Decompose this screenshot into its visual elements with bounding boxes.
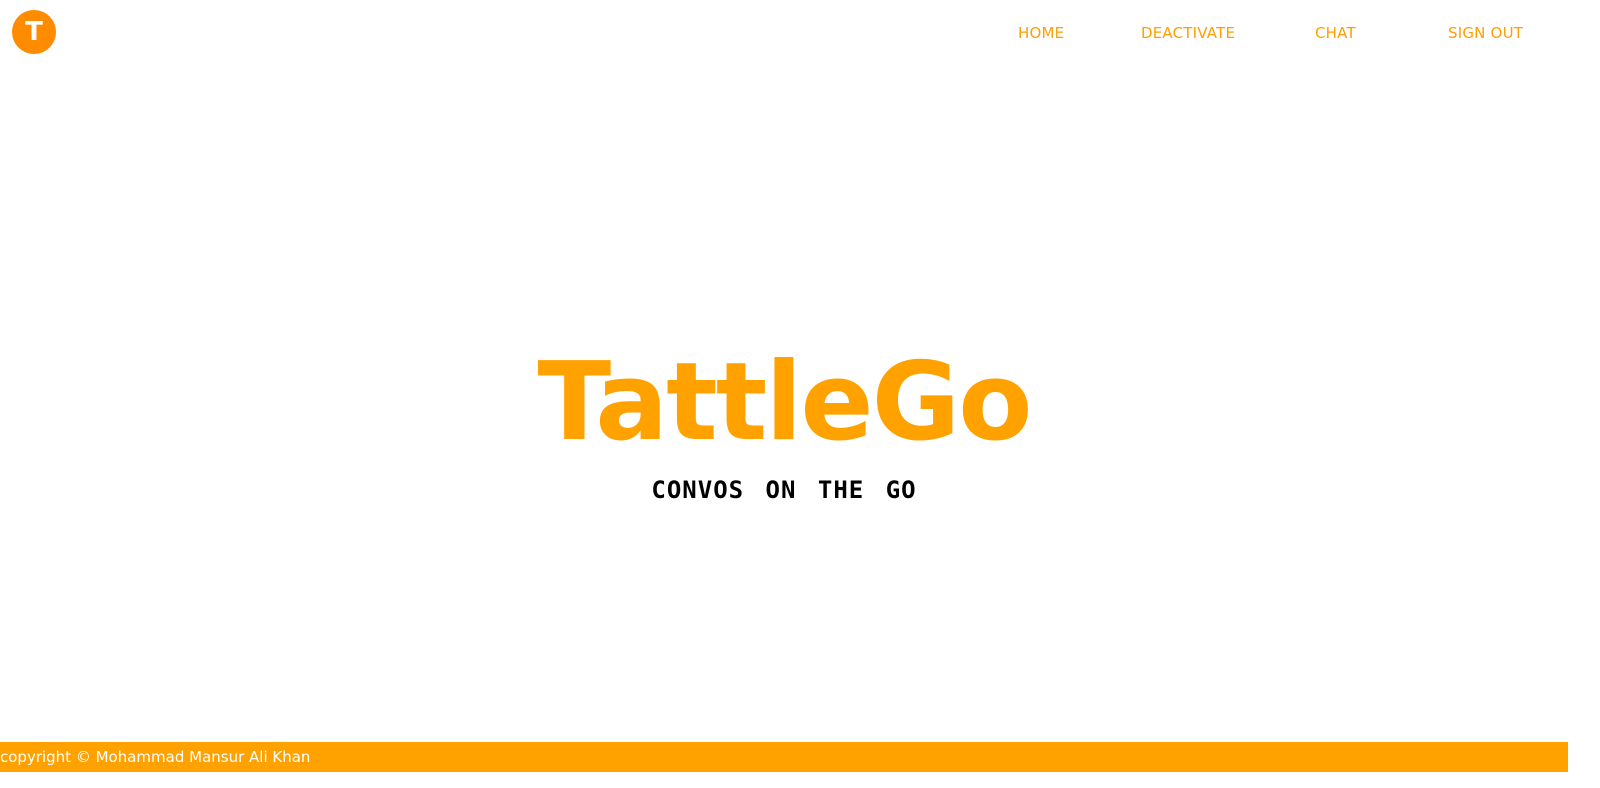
nav-deactivate-link[interactable]: DEACTIVATE xyxy=(1141,24,1235,42)
hero-subtitle: CONVOS ON THE GO xyxy=(651,476,917,504)
footer: copyright © Mohammad Mansur Ali Khan xyxy=(0,742,1568,772)
footer-copyright: copyright © Mohammad Mansur Ali Khan xyxy=(0,748,311,766)
hero: TattleGo CONVOS ON THE GO xyxy=(0,340,1568,504)
page: T HOME DEACTIVATE CHAT SIGN OUT TattleGo… xyxy=(0,0,1600,788)
top-nav: HOME DEACTIVATE CHAT SIGN OUT xyxy=(0,24,1600,48)
hero-title: TattleGo xyxy=(537,340,1033,465)
nav-home-link[interactable]: HOME xyxy=(1018,24,1064,42)
nav-sign-out-link[interactable]: SIGN OUT xyxy=(1448,24,1523,42)
nav-chat-link[interactable]: CHAT xyxy=(1315,24,1356,42)
